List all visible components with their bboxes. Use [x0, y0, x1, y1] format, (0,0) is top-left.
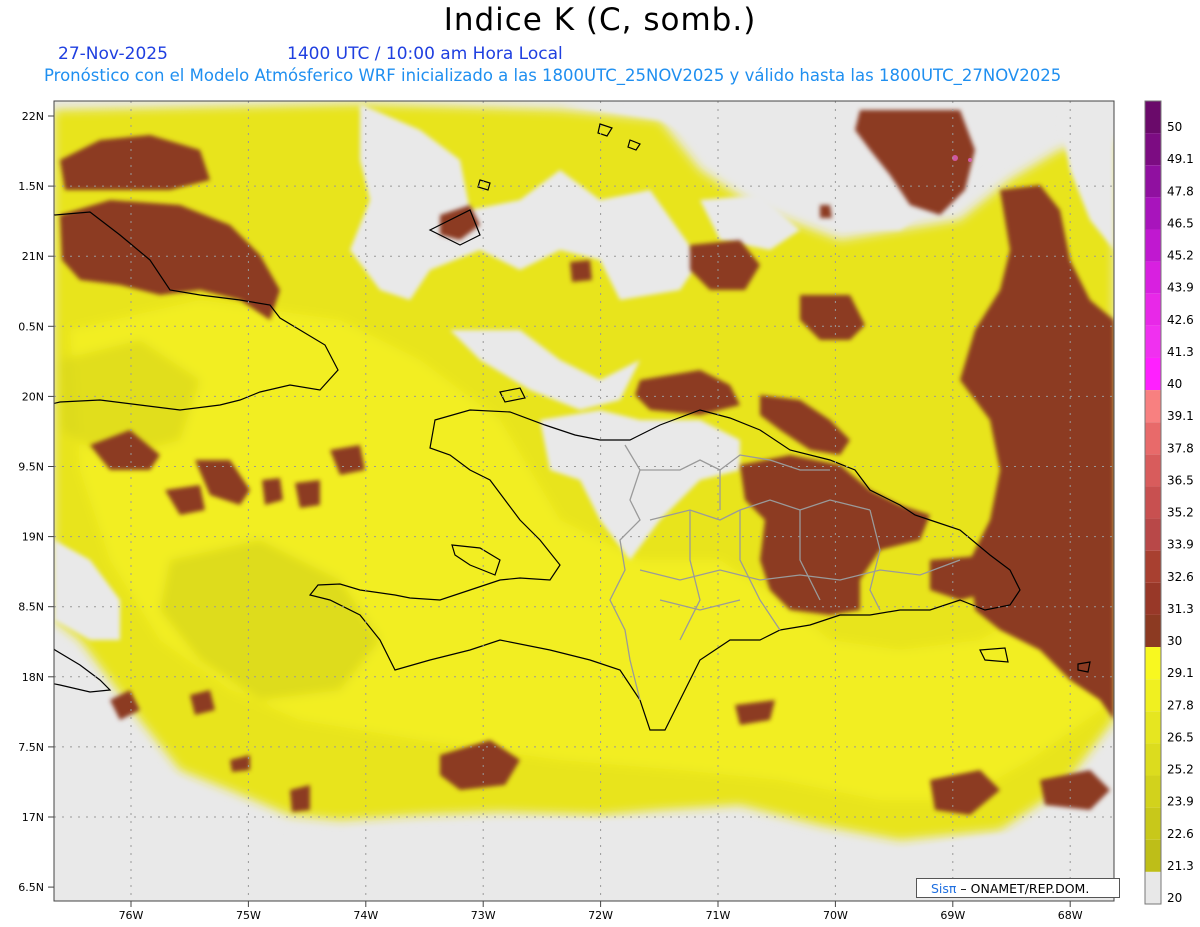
colorbar-swatch	[1145, 101, 1161, 134]
longitude-axis: 76W 75W 74W 73W 72W 71W 70W 69W 68W	[119, 901, 1083, 922]
colorbar-label: 25.2	[1167, 763, 1194, 777]
colorbar-swatch	[1145, 743, 1161, 776]
lat-label: 18N	[22, 671, 44, 684]
latitude-axis: 22N 1.5N 21N 0.5N 20N 9.5N 19N 8.5N 18N 7.5N 17N 6.…	[18, 110, 54, 894]
lon-label: 68W	[1058, 909, 1083, 922]
colorbar-swatch	[1145, 454, 1161, 487]
colorbar-label: 50	[1167, 120, 1182, 134]
colorbar-label: 26.5	[1167, 730, 1194, 744]
colorbar-swatch	[1145, 839, 1161, 872]
colorbar-label: 30	[1167, 634, 1182, 648]
colorbar-label: 47.8	[1167, 184, 1194, 198]
colorbar-swatch	[1145, 357, 1161, 391]
lat-label: 20N	[22, 390, 44, 403]
colorbar-label: 32.6	[1167, 570, 1194, 584]
lat-label: 6.5N	[18, 881, 44, 894]
colorbar-swatch	[1145, 197, 1161, 230]
colorbar-label: 41.3	[1167, 345, 1194, 359]
colorbar-label: 37.8	[1167, 441, 1194, 455]
lat-label: 19N	[22, 531, 44, 544]
colorbar-label: 39.1	[1167, 409, 1194, 423]
lat-label: 0.5N	[18, 320, 44, 333]
colorbar-label: 40	[1167, 377, 1182, 391]
lat-label: 7.5N	[18, 741, 44, 754]
lat-label: 9.5N	[18, 461, 44, 474]
colorbar-label: 33.9	[1167, 538, 1194, 552]
lon-label: 73W	[471, 909, 496, 922]
colorbar-swatch	[1145, 582, 1161, 615]
lat-label: 17N	[22, 811, 44, 824]
colorbar-swatch	[1145, 261, 1161, 294]
colorbar-swatch	[1145, 486, 1161, 519]
lat-label: 21N	[22, 250, 44, 263]
colorbar: 50 49.1 47.8 46.5 45.2 43.9 42.6 41.3 40 39.1 37.8…	[1144, 100, 1194, 905]
colorbar-swatch	[1145, 229, 1161, 262]
colorbar-label: 42.6	[1167, 313, 1194, 327]
colorbar-label: 27.8	[1167, 698, 1194, 712]
credit-brand: Sisπ	[931, 881, 957, 896]
colorbar-swatch	[1145, 679, 1161, 712]
colorbar-swatch	[1145, 647, 1161, 680]
colorbar-label: 35.2	[1167, 506, 1194, 520]
colorbar-label: 22.6	[1167, 827, 1194, 841]
credit-box: Sisπ – ONAMET/REP.DOM.	[916, 878, 1120, 898]
colorbar-label: 43.9	[1167, 281, 1194, 295]
colorbar-swatch	[1145, 550, 1161, 583]
colorbar-label: 31.3	[1167, 602, 1194, 616]
lat-label: 8.5N	[18, 601, 44, 614]
colorbar-swatch	[1145, 165, 1161, 198]
colorbar-swatch	[1145, 871, 1161, 904]
colorbar-swatch	[1145, 711, 1161, 744]
credit-text: – ONAMET/REP.DOM.	[956, 881, 1090, 896]
colorbar-swatch	[1145, 293, 1161, 326]
colorbar-label: 49.1	[1167, 152, 1194, 166]
colorbar-label: 21.3	[1167, 859, 1194, 873]
colorbar-label: 20	[1167, 891, 1182, 905]
colorbar-swatch	[1145, 518, 1161, 551]
lat-label: 22N	[22, 110, 44, 123]
lat-label: 1.5N	[18, 180, 44, 193]
lon-label: 74W	[353, 909, 378, 922]
colorbar-swatch	[1145, 422, 1161, 455]
lon-label: 69W	[940, 909, 965, 922]
colorbar-swatch	[1145, 325, 1161, 358]
colorbar-label: 45.2	[1167, 249, 1194, 263]
map-canvas: 22N 1.5N 21N 0.5N 20N 9.5N 19N 8.5N 18N 7.5N 17N 6.…	[18, 100, 1194, 922]
colorbar-swatch	[1145, 614, 1161, 648]
colorbar-label: 29.1	[1167, 666, 1194, 680]
colorbar-label: 23.9	[1167, 795, 1194, 809]
colorbar-swatch	[1145, 133, 1161, 166]
colorbar-swatch	[1145, 390, 1161, 423]
colorbar-swatch	[1145, 807, 1161, 840]
lon-label: 75W	[236, 909, 261, 922]
lon-label: 70W	[823, 909, 848, 922]
lon-label: 71W	[706, 909, 731, 922]
colorbar-label: 46.5	[1167, 216, 1194, 230]
lon-label: 76W	[119, 909, 144, 922]
lon-label: 72W	[588, 909, 613, 922]
colorbar-swatch	[1145, 775, 1161, 808]
colorbar-label: 36.5	[1167, 473, 1194, 487]
